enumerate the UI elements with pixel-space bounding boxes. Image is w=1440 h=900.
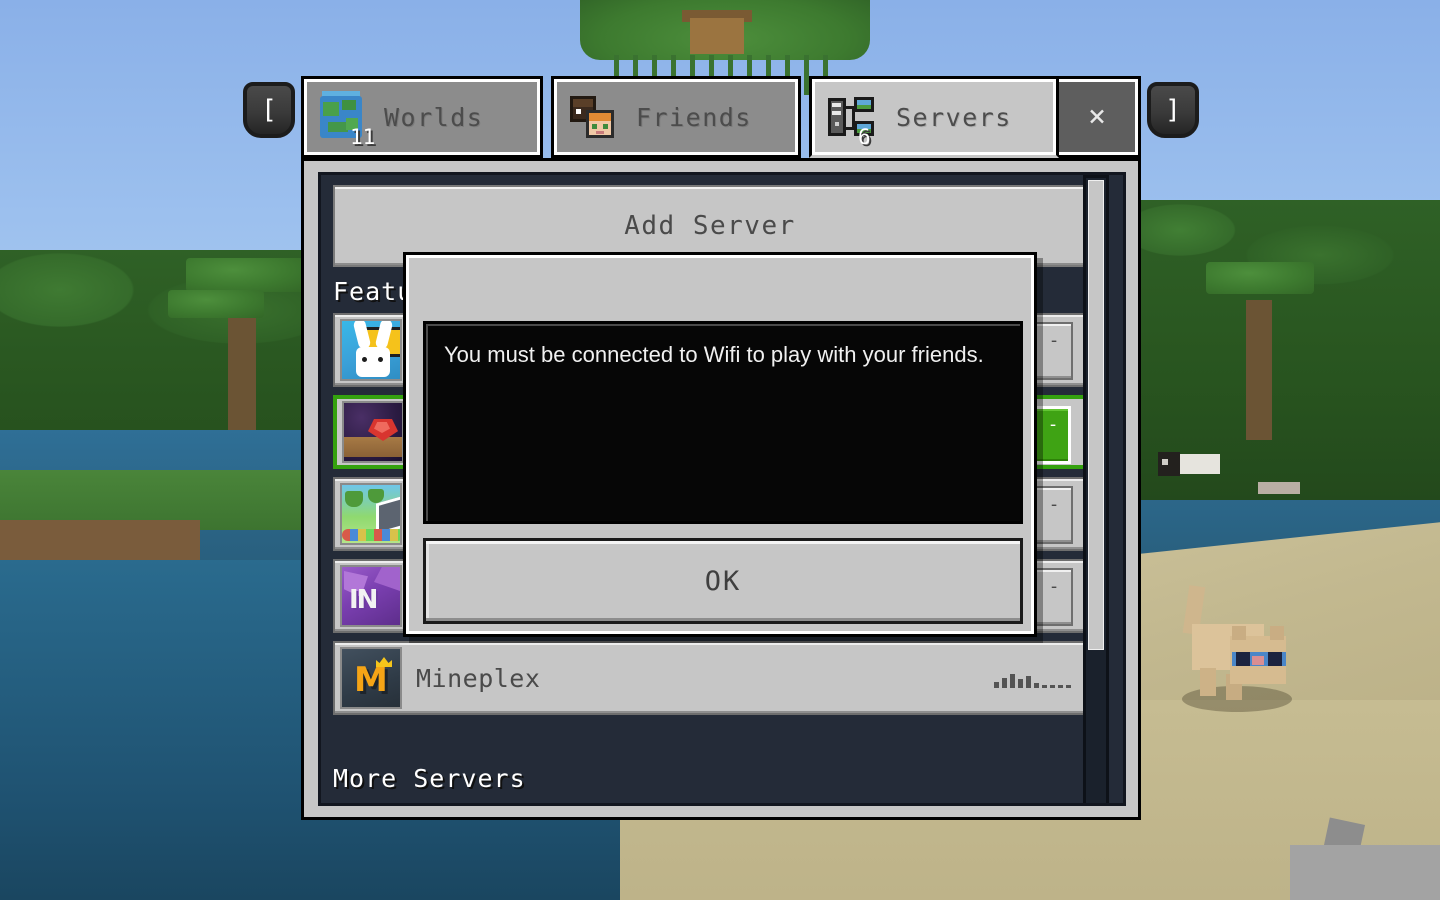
tab-servers[interactable]: Servers 6 — [809, 76, 1059, 158]
wifi-warning-dialog: You must be connected to Wifi to play wi… — [403, 252, 1037, 637]
next-tab-key-hint[interactable]: ] — [1147, 82, 1199, 138]
tab-bar: Worlds 11 Friends Servers 6 × — [301, 76, 1141, 160]
dialog-message-area: You must be connected to Wifi to play wi… — [423, 321, 1023, 524]
prev-tab-key-label: [ — [261, 95, 277, 125]
scrollbar[interactable] — [1083, 175, 1109, 803]
server-thumbnail — [342, 401, 404, 463]
dialog-message: You must be connected to Wifi to play wi… — [444, 342, 984, 367]
more-servers-section-header: More Servers — [333, 764, 526, 793]
close-button[interactable]: × — [1053, 76, 1141, 158]
server-thumbnail — [340, 483, 402, 545]
tab-servers-label: Servers — [896, 102, 1012, 132]
tree-canopy — [168, 290, 264, 318]
signal-strength-icon — [994, 668, 1071, 688]
next-tab-key-label: ] — [1165, 95, 1181, 125]
scrollbar-thumb[interactable] — [1088, 180, 1104, 650]
panda-mob — [1158, 452, 1224, 480]
server-thumbnail — [340, 319, 402, 381]
dialog-ok-label: OK — [704, 565, 742, 597]
island-hut — [690, 18, 744, 54]
close-icon: × — [1087, 99, 1107, 134]
tab-friends[interactable]: Friends — [551, 76, 801, 158]
tab-servers-count: 6 — [858, 125, 871, 149]
cat-mob — [1178, 585, 1298, 740]
tab-worlds[interactable]: Worlds 11 — [301, 76, 543, 158]
friends-icon — [570, 96, 614, 138]
server-name: Mineplex — [416, 663, 541, 693]
tab-worlds-label: Worlds — [384, 102, 484, 132]
tree-canopy — [1206, 262, 1314, 294]
prev-tab-key-hint[interactable]: [ — [243, 82, 295, 138]
add-server-label: Add Server — [624, 211, 796, 241]
tab-worlds-count: 11 — [350, 125, 376, 149]
tab-friends-label: Friends — [636, 102, 752, 132]
dialog-ok-button[interactable]: OK — [423, 538, 1023, 624]
server-thumbnail: M — [340, 647, 402, 709]
tree-trunk — [1246, 300, 1272, 440]
server-thumbnail: IN — [340, 565, 402, 627]
tree-canopy — [186, 258, 304, 292]
held-item-head — [1290, 845, 1440, 900]
fish-mob — [1258, 482, 1300, 494]
table-row[interactable]: M Mineplex — [333, 641, 1087, 715]
